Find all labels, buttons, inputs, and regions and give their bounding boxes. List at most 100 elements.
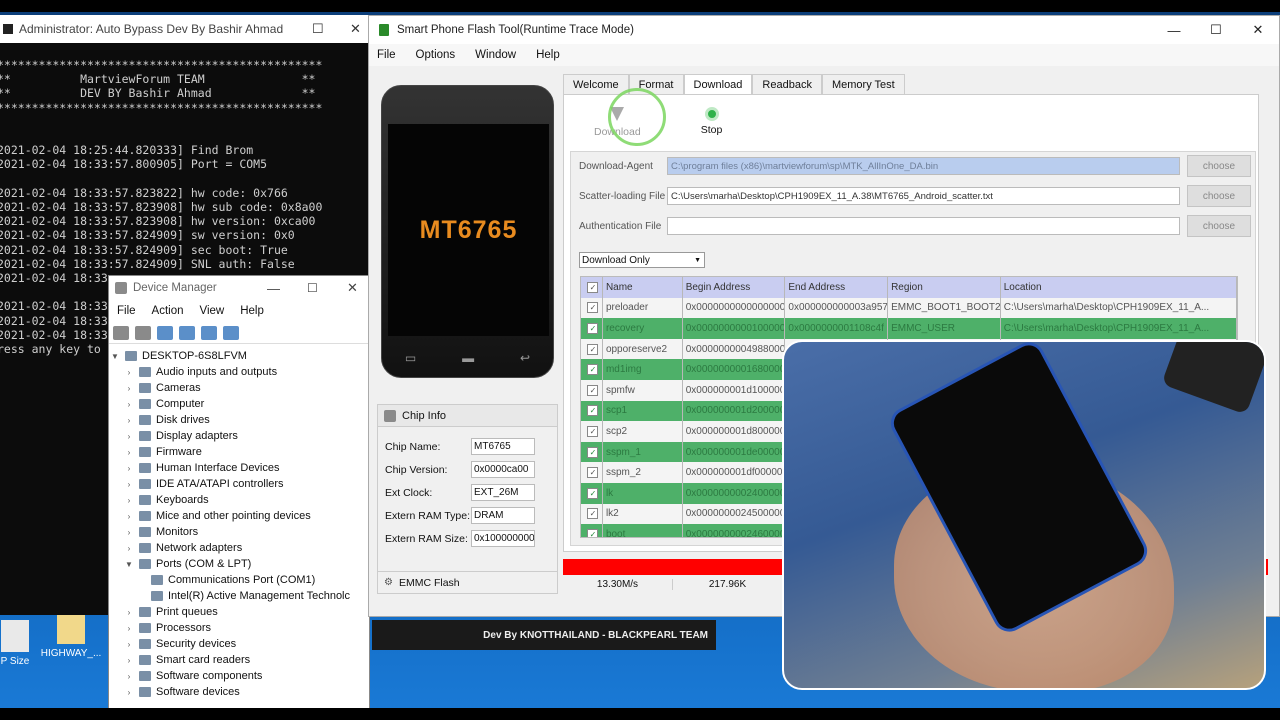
menu-view[interactable]: View	[200, 305, 225, 317]
row-checkbox[interactable]: ✓	[581, 359, 603, 380]
expand-icon[interactable]: ›	[123, 480, 135, 489]
close-icon[interactable]: ✕	[350, 15, 361, 43]
row-checkbox[interactable]: ✓	[581, 482, 603, 504]
flash-titlebar[interactable]: Smart Phone Flash Tool(Runtime Trace Mod…	[369, 16, 1279, 44]
auth-input[interactable]	[667, 217, 1180, 235]
back-icon[interactable]	[113, 325, 129, 340]
tree-item[interactable]: › Audio inputs and outputs	[109, 364, 369, 380]
collapse-icon[interactable]: ▼	[123, 560, 135, 569]
close-icon[interactable]: ✕	[347, 280, 358, 296]
expand-icon[interactable]: ›	[123, 528, 135, 537]
tree-item[interactable]: › Software devices	[109, 684, 369, 700]
expand-icon[interactable]: ›	[123, 512, 135, 521]
tree-item[interactable]: › Cameras	[109, 380, 369, 396]
expand-icon[interactable]: ›	[123, 624, 135, 633]
tab-memory-test[interactable]: Memory Test	[821, 74, 905, 94]
tree-item[interactable]: ▼ Ports (COM & LPT)	[109, 556, 369, 572]
forward-icon[interactable]	[135, 325, 151, 340]
row-checkbox[interactable]: ✓	[581, 524, 603, 537]
tree-item[interactable]: › Print queues	[109, 604, 369, 620]
console-titlebar[interactable]: Administrator: Auto Bypass Dev By Bashir…	[0, 15, 368, 43]
tree-item[interactable]: › Display adapters	[109, 428, 369, 444]
row-checkbox[interactable]: ✓	[581, 441, 603, 463]
help-icon[interactable]	[179, 325, 195, 340]
expand-icon[interactable]: ›	[123, 448, 135, 457]
tab-download[interactable]: Download	[683, 74, 753, 94]
row-checkbox[interactable]: ✓	[581, 318, 603, 339]
row-checkbox[interactable]: ✓	[581, 379, 603, 401]
tree-child-item[interactable]: Communications Port (COM1)	[109, 572, 369, 588]
tab-welcome[interactable]: Welcome	[563, 74, 629, 94]
tree-item[interactable]: › IDE ATA/ATAPI controllers	[109, 476, 369, 492]
tab-readback[interactable]: Readback	[752, 74, 822, 94]
tree-item[interactable]: › Software components	[109, 668, 369, 684]
row-checkbox[interactable]: ✓	[581, 503, 603, 525]
expand-icon[interactable]: ›	[123, 672, 135, 681]
scatter-input[interactable]: C:\Users\marha\Desktop\CPH1909EX_11_A.38…	[667, 187, 1180, 205]
row-checkbox[interactable]: ✓	[581, 462, 603, 483]
col-name[interactable]: Name	[603, 277, 683, 298]
download-agent-choose-button[interactable]: choose	[1187, 155, 1251, 177]
row-checkbox[interactable]: ✓	[581, 338, 603, 360]
menu-action[interactable]: Action	[152, 305, 184, 317]
menu-help[interactable]: Help	[536, 49, 560, 61]
expand-icon[interactable]: ›	[123, 608, 135, 617]
tree-root[interactable]: ▼ DESKTOP-6S8LFVM	[109, 348, 369, 364]
emmc-flash-footer[interactable]: ⚙ EMMC Flash	[378, 571, 557, 593]
row-checkbox[interactable]: ✓	[581, 400, 603, 422]
tree-item[interactable]: › Mice and other pointing devices	[109, 508, 369, 524]
menu-window[interactable]: Window	[475, 49, 516, 61]
col-end[interactable]: End Address	[785, 277, 889, 298]
tree-item[interactable]: › Processors	[109, 620, 369, 636]
tree-item[interactable]: › Human Interface Devices	[109, 460, 369, 476]
menu-options[interactable]: Options	[416, 49, 456, 61]
maximize-icon[interactable]: ☐	[312, 15, 324, 43]
table-row[interactable]: ✓ preloader 0x0000000000000000 0x0000000000…	[581, 297, 1237, 319]
tree-item[interactable]: › Computer	[109, 396, 369, 412]
properties-icon[interactable]	[157, 325, 173, 340]
expand-icon[interactable]: ›	[123, 368, 135, 377]
maximize-icon[interactable]: ☐	[307, 281, 318, 295]
close-icon[interactable]: ✕	[1237, 16, 1279, 44]
collapse-icon[interactable]: ▼	[109, 352, 121, 361]
tree-item[interactable]: › Disk drives	[109, 412, 369, 428]
monitor-icon[interactable]	[223, 325, 239, 340]
tree-item[interactable]: › Firmware	[109, 444, 369, 460]
expand-icon[interactable]: ›	[123, 384, 135, 393]
expand-icon[interactable]: ›	[123, 544, 135, 553]
tree-item[interactable]: › Monitors	[109, 524, 369, 540]
expand-icon[interactable]: ›	[123, 688, 135, 697]
tree-item[interactable]: › Keyboards	[109, 492, 369, 508]
minimize-icon[interactable]: —	[1153, 16, 1195, 44]
tree-item[interactable]: › Smart card readers	[109, 652, 369, 668]
tree-item[interactable]: › Network adapters	[109, 540, 369, 556]
download-agent-input[interactable]: C:\program files (x86)\martviewforum\sp\…	[667, 157, 1180, 175]
device-manager-window[interactable]: Device Manager — ☐ ✕ File Action View He…	[108, 275, 370, 715]
select-all-checkbox[interactable]: ✓	[581, 277, 603, 298]
tree-child-item[interactable]: Intel(R) Active Management Technolc	[109, 588, 369, 604]
auth-choose-button[interactable]: choose	[1187, 215, 1251, 237]
row-checkbox[interactable]: ✓	[581, 297, 603, 319]
expand-icon[interactable]: ›	[123, 640, 135, 649]
devmgr-titlebar[interactable]: Device Manager — ☐ ✕	[109, 276, 369, 300]
col-location[interactable]: Location	[1001, 277, 1237, 298]
table-row[interactable]: ✓ recovery 0x0000000000100000 0x00000000011…	[581, 318, 1237, 339]
download-mode-select[interactable]: Download Only ▼	[579, 252, 705, 268]
expand-icon[interactable]: ›	[123, 496, 135, 505]
col-begin[interactable]: Begin Address	[683, 277, 786, 298]
expand-icon[interactable]: ›	[123, 432, 135, 441]
menu-file[interactable]: File	[117, 305, 136, 317]
col-region[interactable]: Region	[888, 277, 1001, 298]
minimize-icon[interactable]: —	[267, 281, 280, 296]
expand-icon[interactable]: ›	[123, 400, 135, 409]
menu-help[interactable]: Help	[240, 305, 264, 317]
expand-icon[interactable]: ›	[123, 656, 135, 665]
expand-icon[interactable]: ›	[123, 416, 135, 425]
scatter-choose-button[interactable]: choose	[1187, 185, 1251, 207]
maximize-icon[interactable]: ☐	[1195, 16, 1237, 44]
desktop-icon-highway[interactable]: HIGHWAY_...	[38, 612, 104, 659]
desktop-icon-psize[interactable]: P Size	[0, 620, 30, 667]
expand-icon[interactable]: ›	[123, 464, 135, 473]
chip-info-header[interactable]: Chip Info	[378, 405, 557, 427]
tree-item[interactable]: › Security devices	[109, 636, 369, 652]
